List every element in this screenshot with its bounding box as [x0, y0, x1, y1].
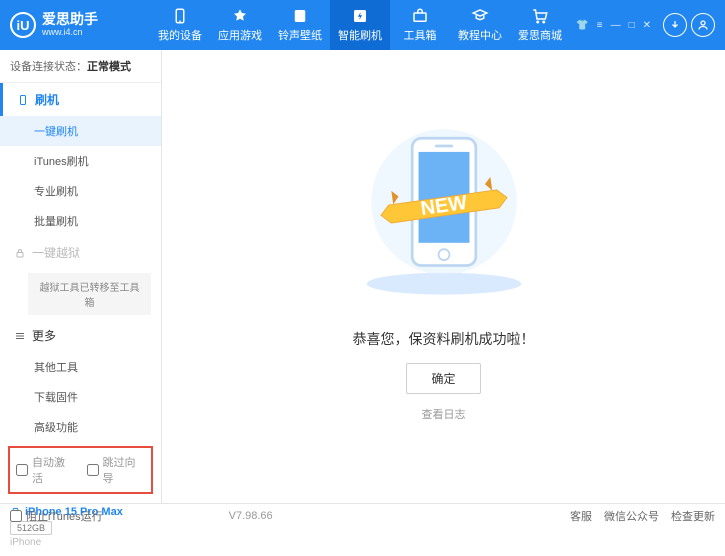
ringtone-icon	[291, 7, 309, 25]
section-jailbreak: 一键越狱	[0, 236, 161, 269]
logo-url: www.i4.cn	[42, 28, 98, 38]
block-itunes-checkbox[interactable]: 阻止iTunes运行	[10, 508, 103, 524]
menu-icon[interactable]: ≡	[597, 20, 603, 31]
highlighted-checkbox-area: 自动激活 跳过向导	[8, 446, 153, 494]
ok-button[interactable]: 确定	[406, 363, 480, 394]
footer-wechat-link[interactable]: 微信公众号	[604, 508, 659, 524]
nav-ringtones[interactable]: 铃声壁纸	[270, 0, 330, 50]
nav-my-device[interactable]: 我的设备	[150, 0, 210, 50]
logo-area: iU 爱思助手 www.i4.cn	[10, 12, 150, 38]
logo-icon: iU	[10, 12, 36, 38]
sidebar-item-oneclick-flash[interactable]: 一键刷机	[0, 116, 161, 146]
section-flash[interactable]: 刷机	[0, 83, 161, 116]
success-message: 恭喜您，保资料刷机成功啦！	[353, 329, 535, 349]
nav-toolbox[interactable]: 工具箱	[390, 0, 450, 50]
success-illustration: NEW	[344, 111, 544, 311]
flash-icon	[351, 7, 369, 25]
app-header: iU 爱思助手 www.i4.cn 我的设备 应用游戏 铃声壁纸 智能刷机 工具…	[0, 0, 725, 50]
device-icon	[171, 7, 189, 25]
footer-update-link[interactable]: 检查更新	[671, 508, 715, 524]
main-content: NEW 恭喜您，保资料刷机成功啦！ 确定 查看日志	[162, 50, 725, 503]
more-icon	[14, 330, 26, 342]
user-button[interactable]	[691, 13, 715, 37]
skin-icon[interactable]: 👕	[576, 20, 588, 31]
footer-support-link[interactable]: 客服	[570, 508, 592, 524]
sidebar-item-download-firmware[interactable]: 下载固件	[0, 382, 161, 412]
sidebar-item-other-tools[interactable]: 其他工具	[0, 352, 161, 382]
lock-icon	[14, 247, 26, 259]
view-log-link[interactable]: 查看日志	[422, 406, 466, 422]
connection-status: 设备连接状态：正常模式	[0, 50, 161, 83]
logo-title: 爱思助手	[42, 12, 98, 27]
download-button[interactable]	[663, 13, 687, 37]
store-icon	[531, 7, 549, 25]
tutorial-icon	[471, 7, 489, 25]
sidebar-item-advanced[interactable]: 高级功能	[0, 412, 161, 442]
nav-tutorials[interactable]: 教程中心	[450, 0, 510, 50]
window-controls: 👕 ≡ — □ ✕	[576, 20, 651, 31]
sidebar-item-itunes-flash[interactable]: iTunes刷机	[0, 146, 161, 176]
device-type: iPhone	[10, 537, 151, 548]
sidebar-item-batch-flash[interactable]: 批量刷机	[0, 206, 161, 236]
maximize-icon[interactable]: □	[629, 20, 635, 31]
nav-apps[interactable]: 应用游戏	[210, 0, 270, 50]
close-icon[interactable]: ✕	[643, 20, 651, 31]
section-more[interactable]: 更多	[0, 319, 161, 352]
nav-smart-flash[interactable]: 智能刷机	[330, 0, 390, 50]
sidebar: 设备连接状态：正常模式 刷机 一键刷机 iTunes刷机 专业刷机 批量刷机 一…	[0, 50, 162, 503]
auto-activate-checkbox[interactable]: 自动激活	[16, 454, 75, 486]
toolbox-icon	[411, 7, 429, 25]
minimize-icon[interactable]: —	[611, 20, 621, 31]
top-nav: 我的设备 应用游戏 铃声壁纸 智能刷机 工具箱 教程中心 爱思商城	[150, 0, 570, 50]
sidebar-item-pro-flash[interactable]: 专业刷机	[0, 176, 161, 206]
jailbreak-note: 越狱工具已转移至工具箱	[28, 273, 151, 315]
nav-store[interactable]: 爱思商城	[510, 0, 570, 50]
apps-icon	[231, 7, 249, 25]
version-label: V7.98.66	[229, 510, 273, 522]
skip-setup-checkbox[interactable]: 跳过向导	[87, 454, 146, 486]
